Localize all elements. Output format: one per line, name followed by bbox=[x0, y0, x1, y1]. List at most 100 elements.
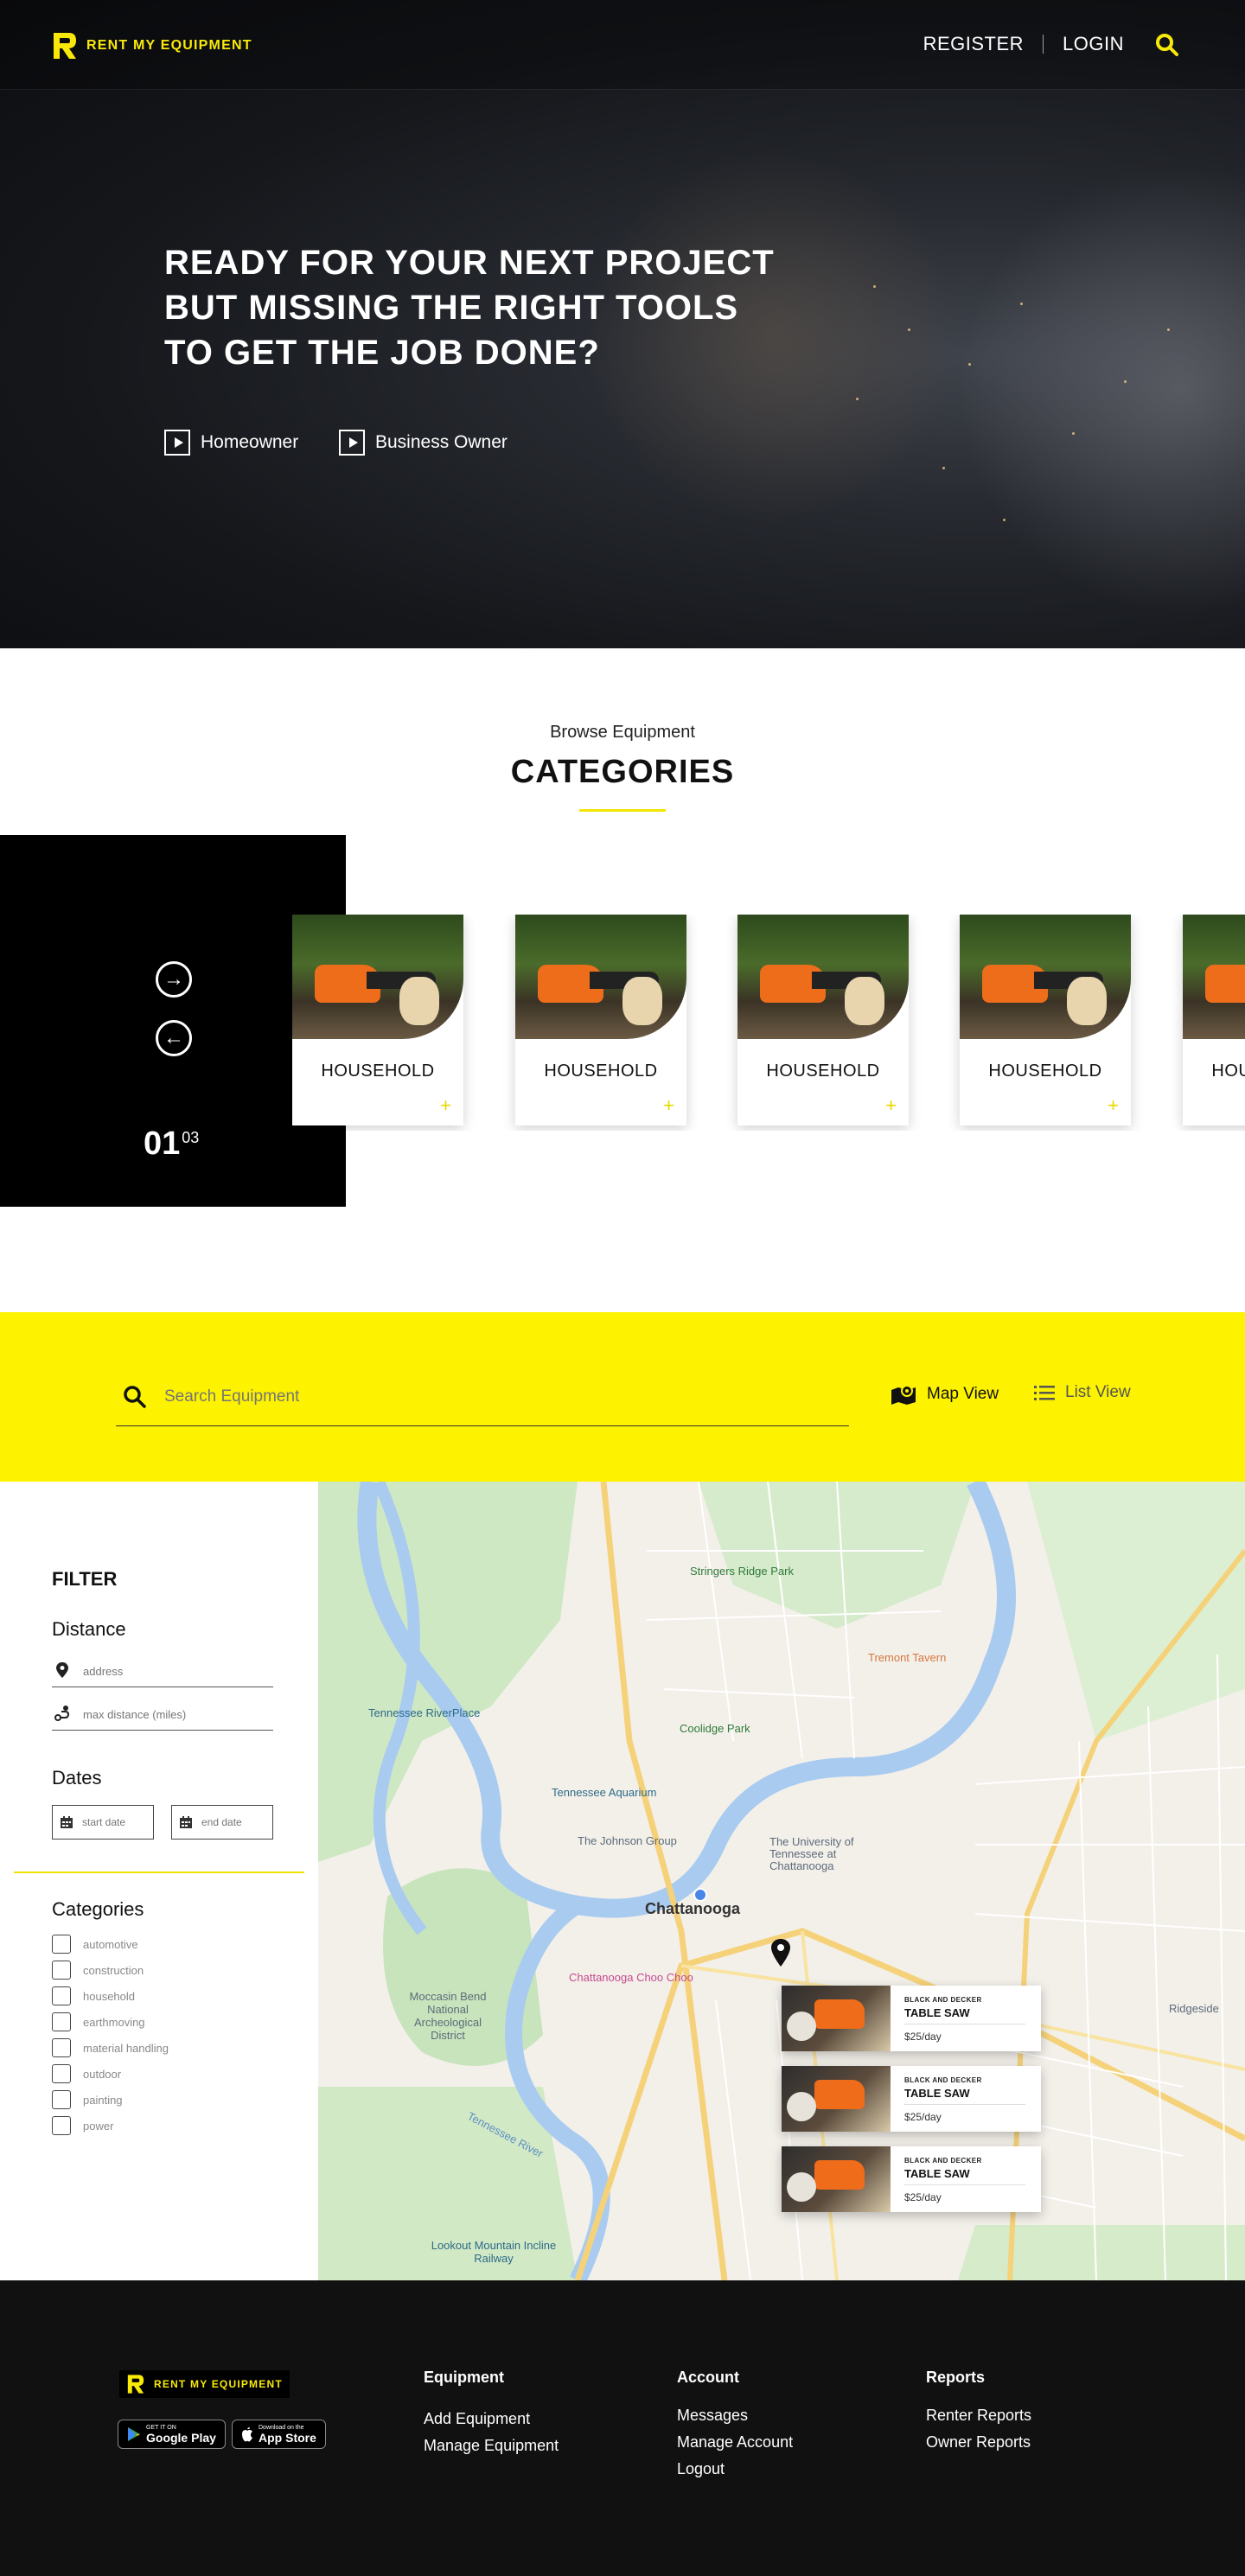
max-distance-input[interactable] bbox=[83, 1703, 265, 1725]
category-card[interactable]: HOUSEHOLD + bbox=[515, 915, 686, 1125]
checkbox[interactable] bbox=[52, 2038, 71, 2057]
route-icon bbox=[54, 1706, 70, 1721]
calendar-icon bbox=[180, 1816, 192, 1828]
category-label: HOUSEHOLD bbox=[766, 1062, 880, 1081]
category-checkbox-earthmoving[interactable]: earthmoving bbox=[52, 2012, 145, 2031]
checkbox-label: construction bbox=[83, 1963, 144, 1977]
plus-icon[interactable]: + bbox=[885, 1094, 897, 1117]
category-checkbox-construction[interactable]: construction bbox=[52, 1961, 144, 1980]
manage-account-link[interactable]: Manage Account bbox=[677, 2433, 793, 2452]
checkbox[interactable] bbox=[52, 1986, 71, 2005]
spark bbox=[856, 398, 859, 400]
category-card[interactable]: HOUSEHOLD + bbox=[1183, 915, 1245, 1125]
spark bbox=[908, 328, 910, 331]
list-view-button[interactable]: List View bbox=[1034, 1383, 1131, 1402]
hero-headline-line: BUT MISSING THE RIGHT TOOLS bbox=[164, 289, 739, 327]
list-icon bbox=[1034, 1386, 1055, 1400]
renter-reports-link[interactable]: Renter Reports bbox=[926, 2407, 1031, 2425]
homeowner-video-button[interactable]: Homeowner bbox=[164, 430, 298, 456]
checkbox[interactable] bbox=[52, 2090, 71, 2109]
map-pin-icon[interactable] bbox=[769, 1938, 792, 1967]
table-saw-image bbox=[782, 1986, 891, 2051]
map-listing-card[interactable]: BLACK AND DECKER TABLE SAW $25/day bbox=[782, 1986, 1041, 2051]
footer-brand-logo[interactable]: RENT MY EQUIPMENT bbox=[119, 2370, 290, 2398]
google-play-big: Google Play bbox=[146, 2430, 216, 2445]
chainsaw-image bbox=[515, 915, 686, 1039]
map-listing-card[interactable]: BLACK AND DECKER TABLE SAW $25/day bbox=[782, 2066, 1041, 2132]
categories-title: CATEGORIES bbox=[510, 754, 735, 790]
category-card[interactable]: HOUSEHOLD + bbox=[737, 915, 909, 1125]
search-icon[interactable] bbox=[1155, 33, 1179, 57]
spark bbox=[1124, 380, 1127, 383]
category-checkbox-outdoor[interactable]: outdoor bbox=[52, 2064, 121, 2083]
business-owner-video-button[interactable]: Business Owner bbox=[339, 430, 508, 456]
map-listing-card[interactable]: BLACK AND DECKER TABLE SAW $25/day bbox=[782, 2146, 1041, 2212]
nav-divider bbox=[1043, 35, 1044, 54]
listing-divider bbox=[904, 2184, 1025, 2185]
plus-icon[interactable]: + bbox=[440, 1094, 451, 1117]
distance-heading: Distance bbox=[52, 1618, 126, 1640]
end-date-input[interactable] bbox=[201, 1814, 269, 1831]
plus-icon[interactable]: + bbox=[1108, 1094, 1119, 1117]
checkbox[interactable] bbox=[52, 2064, 71, 2083]
start-date-input[interactable] bbox=[82, 1814, 150, 1831]
checkbox[interactable] bbox=[52, 2116, 71, 2135]
checkbox-label: household bbox=[83, 1989, 135, 2003]
next-arrow-icon[interactable]: → bbox=[156, 961, 192, 998]
footer-reports-title: Reports bbox=[926, 2369, 986, 2386]
brand-logo[interactable]: RENT MY EQUIPMENT bbox=[52, 31, 252, 61]
spark bbox=[968, 363, 971, 366]
plus-icon[interactable]: + bbox=[663, 1094, 674, 1117]
listing-brand: BLACK AND DECKER bbox=[904, 1996, 982, 2004]
list-view-label: List View bbox=[1065, 1383, 1131, 1401]
add-equipment-link[interactable]: Add Equipment bbox=[424, 2410, 530, 2428]
results-map[interactable]: Stringers Ridge Park Tremont Tavern Tenn… bbox=[318, 1482, 1245, 2280]
logout-link[interactable]: Logout bbox=[677, 2460, 725, 2478]
checkbox[interactable] bbox=[52, 1961, 71, 1980]
search-input[interactable] bbox=[164, 1381, 821, 1412]
dates-heading: Dates bbox=[52, 1767, 102, 1789]
google-play-button[interactable]: GET IT ON Google Play bbox=[118, 2420, 226, 2449]
checkbox-label: outdoor bbox=[83, 2067, 122, 2081]
address-input[interactable] bbox=[83, 1660, 265, 1682]
current-location-icon bbox=[693, 1888, 707, 1902]
category-checkbox-automotive[interactable]: automotive bbox=[52, 1935, 138, 1954]
counter-total: 03 bbox=[182, 1129, 200, 1146]
category-card[interactable]: HOUSEHOLD + bbox=[292, 915, 463, 1125]
map-view-button[interactable]: Map View bbox=[891, 1383, 999, 1406]
checkbox-label: automotive bbox=[83, 1937, 138, 1951]
listing-name: TABLE SAW bbox=[904, 2167, 970, 2180]
map-label: Tennessee Aquarium bbox=[552, 1786, 657, 1799]
table-saw-image bbox=[782, 2066, 891, 2132]
search-icon[interactable] bbox=[123, 1385, 147, 1409]
login-link[interactable]: LOGIN bbox=[1063, 33, 1124, 55]
map-label: The University of Tennessee at Chattanoo… bbox=[769, 1835, 854, 1872]
map-view-label: Map View bbox=[927, 1385, 999, 1403]
logo-icon bbox=[54, 33, 76, 59]
end-date-field bbox=[171, 1805, 273, 1840]
prev-arrow-icon[interactable]: ← bbox=[156, 1020, 192, 1056]
table-saw-image bbox=[782, 2146, 891, 2212]
messages-link[interactable]: Messages bbox=[677, 2407, 748, 2425]
spark bbox=[1167, 328, 1170, 331]
map-label: Moccasin Bend National Archeological Dis… bbox=[409, 1990, 487, 2042]
checkbox[interactable] bbox=[52, 2012, 71, 2031]
manage-equipment-link[interactable]: Manage Equipment bbox=[424, 2437, 559, 2455]
listing-brand: BLACK AND DECKER bbox=[904, 2157, 982, 2165]
register-link[interactable]: REGISTER bbox=[923, 33, 1024, 55]
category-checkbox-power[interactable]: power bbox=[52, 2116, 113, 2135]
app-store-big: App Store bbox=[259, 2430, 316, 2445]
search-field bbox=[116, 1374, 849, 1426]
category-checkbox-painting[interactable]: painting bbox=[52, 2090, 123, 2109]
category-checkbox-household[interactable]: household bbox=[52, 1986, 135, 2005]
filter-divider bbox=[14, 1871, 304, 1873]
filter-title: FILTER bbox=[52, 1568, 118, 1590]
category-card[interactable]: HOUSEHOLD + bbox=[960, 915, 1131, 1125]
category-label: HOUSEHOLD bbox=[988, 1062, 1102, 1081]
app-store-button[interactable]: Download on the App Store bbox=[232, 2420, 326, 2449]
listing-price: $25/day bbox=[904, 2031, 942, 2043]
owner-reports-link[interactable]: Owner Reports bbox=[926, 2433, 1031, 2452]
checkbox[interactable] bbox=[52, 1935, 71, 1954]
spark bbox=[1072, 432, 1075, 435]
category-checkbox-material-handling[interactable]: material handling bbox=[52, 2038, 169, 2057]
